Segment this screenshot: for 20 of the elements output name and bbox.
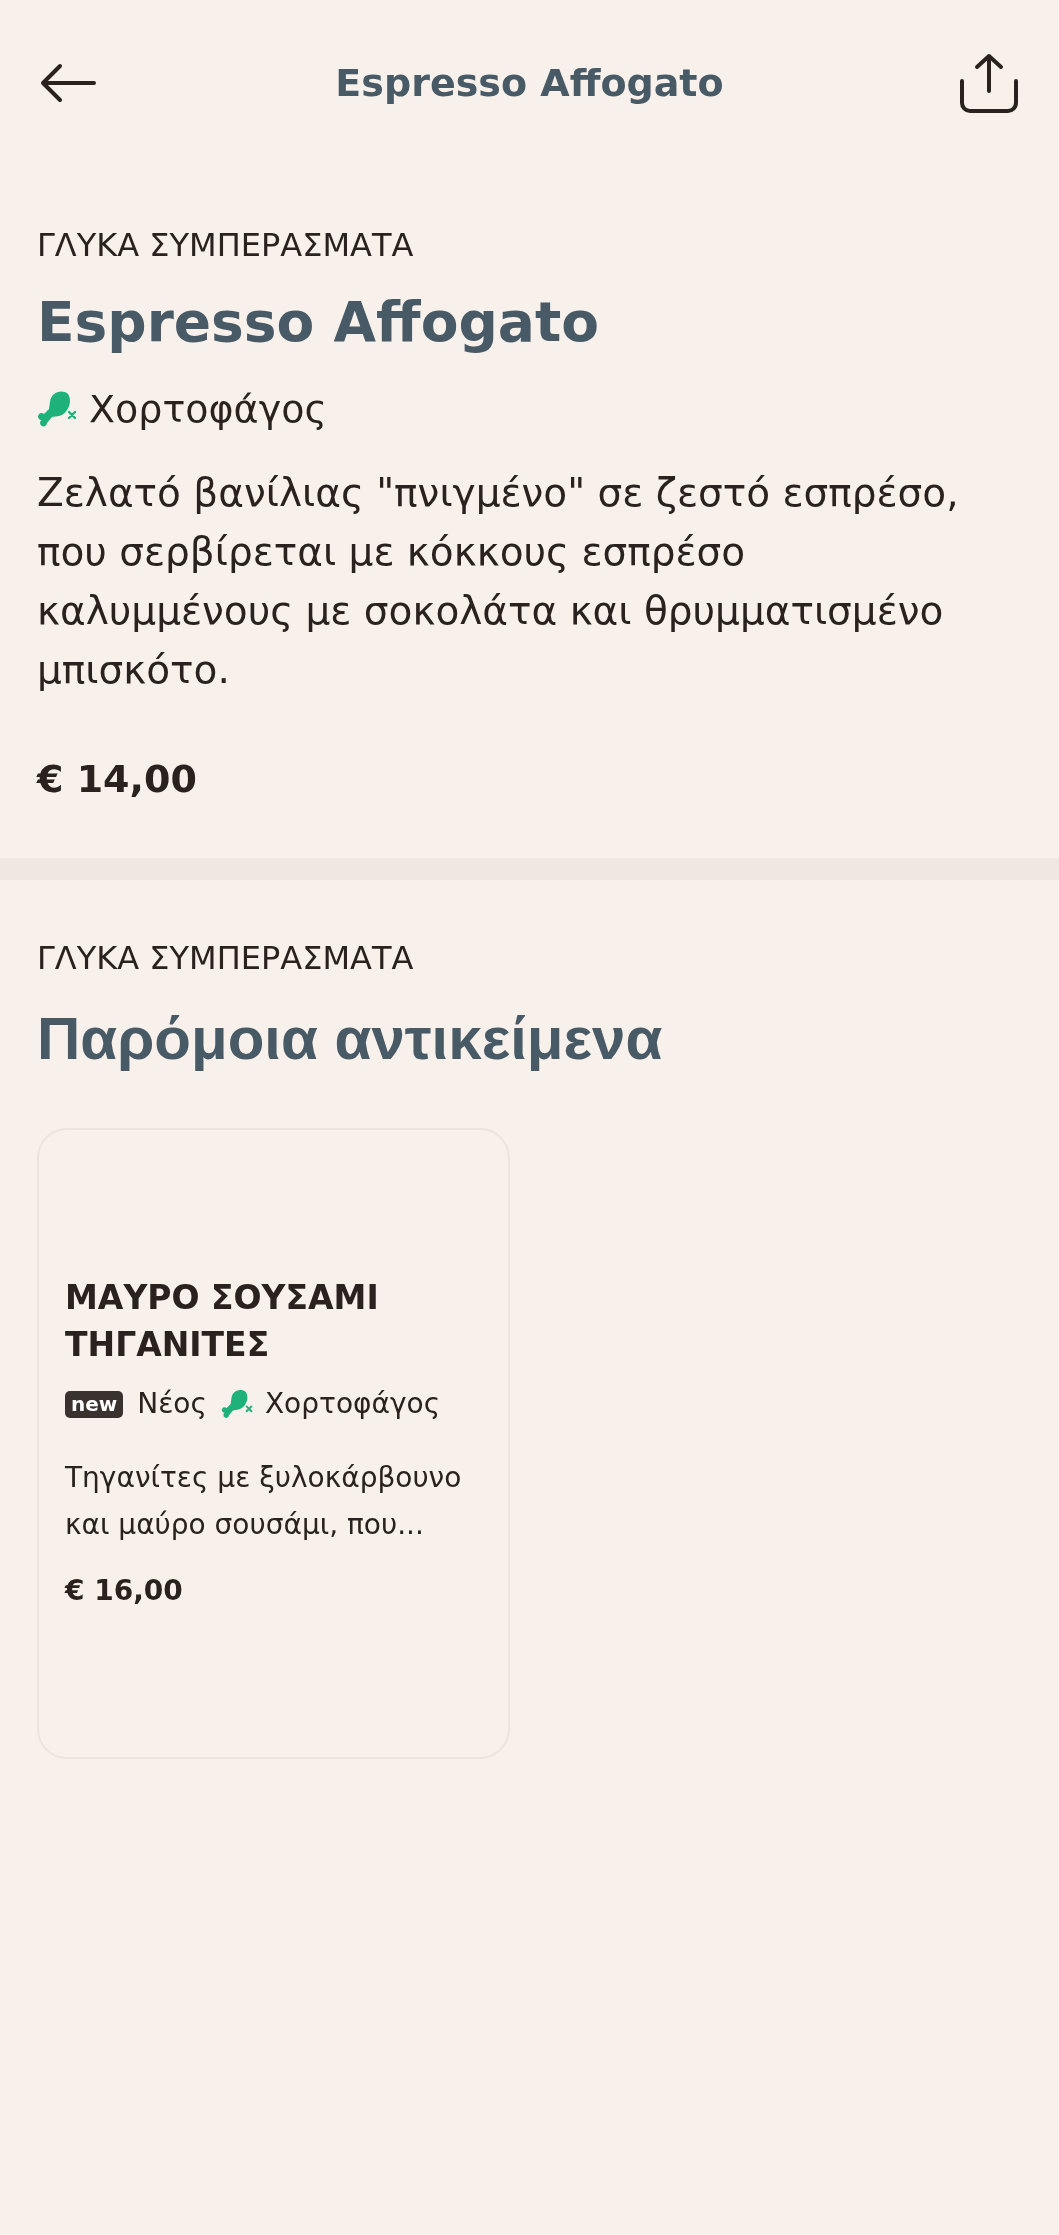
- card-title: ΜΑΥΡΟ ΣΟΥΣΑΜΙ ΤΗΓΑΝΙΤΕΣ: [65, 1277, 380, 1366]
- card-price: € 16,00: [65, 1573, 184, 1609]
- item-card[interactable]: ΜΑΥΡΟ ΣΟΥΣΑΜΙ ΤΗΓΑΝΙΤΕΣ new Νέος Χορτοφάγος Τηγανίτες με ξυλοκάρβουνο και μαύρο σουσάμι, που... € 16,00: [37, 1128, 510, 1759]
- item-description: Ζελατό βανίλιας "πνιγμένο" σε ζεστό εσπρέσο, που σερβίρεται με κόκκους εσπρέσο καλυμμένους με σοκολάτα και θρυμματισμένο μπισκότο.: [37, 469, 960, 694]
- category-label: ΓΛΥΚΑ ΣΥΜΠΕΡΑΣΜΑΤΑ: [37, 938, 415, 978]
- card-description: Τηγανίτες με ξυλοκάρβουνο και μαύρο σουσάμι, που...: [65, 1460, 463, 1543]
- drumstick-icon: [220, 1388, 253, 1420]
- header-title: Espresso Affogato: [335, 60, 724, 107]
- share-button[interactable]: [957, 52, 1019, 114]
- diet-label: Χορτοφάγος: [264, 1386, 441, 1422]
- diet-label: Χορτοφάγος: [89, 386, 327, 433]
- item-price: € 14,00: [37, 756, 198, 803]
- new-label: Νέος: [137, 1386, 207, 1422]
- drumstick-icon: [37, 389, 77, 429]
- category-label: ΓΛΥΚΑ ΣΥΜΠΕΡΑΣΜΑΤΑ: [37, 225, 415, 265]
- new-badge: new: [65, 1390, 124, 1418]
- section-title: Παρόμοια αντικείμενα: [37, 1005, 664, 1073]
- share-icon: [959, 53, 1019, 113]
- item-title: Espresso Affogato: [37, 289, 600, 356]
- back-arrow-icon: [40, 63, 96, 103]
